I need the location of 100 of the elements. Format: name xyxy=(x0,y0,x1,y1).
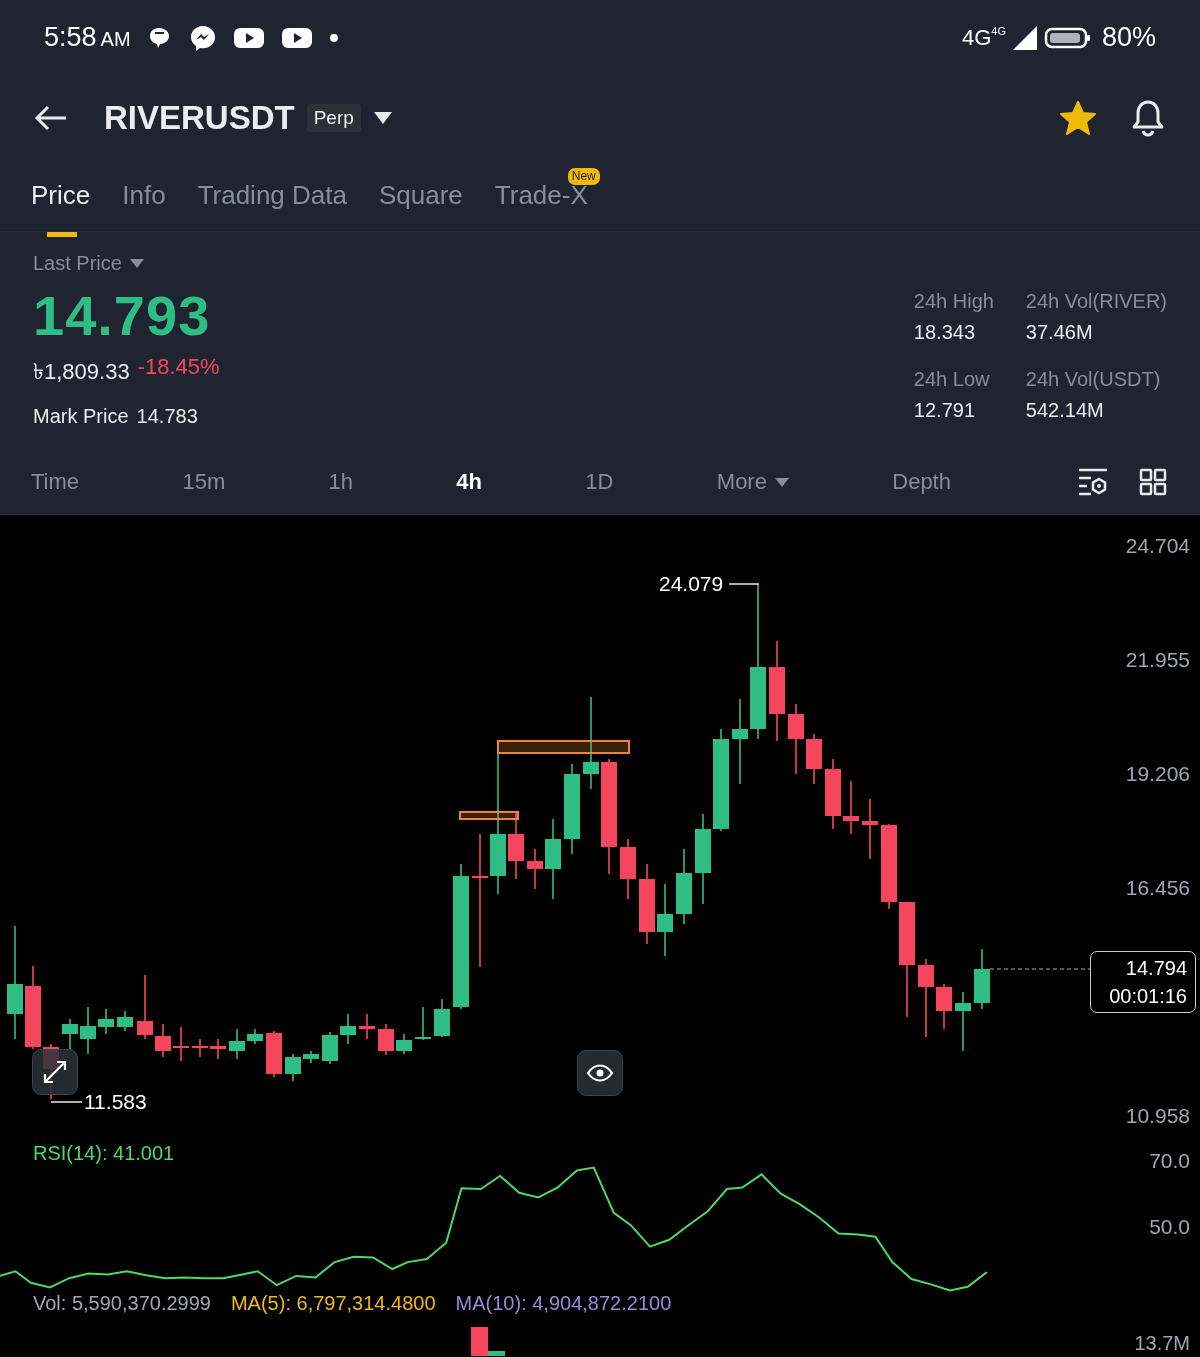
clock: 5:58AM xyxy=(44,22,131,53)
rectangle-drawing xyxy=(459,811,519,820)
bell-icon xyxy=(1130,98,1166,137)
volume-label: Vol: 5,590,370.2999 xyxy=(33,1292,211,1315)
caret-icon xyxy=(372,110,393,125)
stat-label: 24h Vol(USDT) xyxy=(1025,368,1162,391)
signal-icon xyxy=(1011,24,1038,51)
rsi-label: RSI(14): 41.001 xyxy=(33,1142,175,1165)
candle xyxy=(415,1006,431,1041)
eye-icon xyxy=(586,1064,614,1082)
candle xyxy=(155,1023,171,1058)
video-play-icon xyxy=(232,25,265,50)
low-price-label: 11.583 xyxy=(84,1090,147,1114)
candle xyxy=(285,1053,301,1082)
high-price-label: 24.079 xyxy=(659,572,724,596)
candle xyxy=(137,974,153,1040)
current-price: 14.794 xyxy=(1125,956,1187,981)
expand-icon xyxy=(42,1059,68,1085)
back-button[interactable] xyxy=(34,104,68,131)
candle xyxy=(620,838,636,900)
leader-line xyxy=(50,1101,83,1103)
countdown-timer: 00:01:16 xyxy=(1109,984,1187,1009)
candle xyxy=(936,983,952,1030)
notification-button[interactable] xyxy=(1130,98,1166,137)
candle xyxy=(955,991,971,1052)
price-change: -18.45% xyxy=(137,354,220,381)
ma10-label: MA(10): 4,904,872.2100 xyxy=(455,1292,672,1315)
rsi-axis-label: 50.0 xyxy=(1149,1215,1190,1239)
candle xyxy=(825,758,841,830)
candle xyxy=(862,798,878,860)
network-label: 4G xyxy=(991,24,1006,37)
candle xyxy=(434,998,450,1038)
stat-label: 24h High xyxy=(913,290,995,313)
price-axis-label: 21.955 xyxy=(1125,648,1190,672)
tab-indicator xyxy=(47,232,77,237)
candle xyxy=(843,780,859,835)
back-arrow-icon xyxy=(34,104,68,131)
candle xyxy=(340,1013,356,1045)
candle xyxy=(974,948,990,1010)
candle xyxy=(806,733,822,785)
fiat-price: ৳1,809.33 xyxy=(33,358,130,386)
candle xyxy=(80,1006,96,1055)
contract-badge: Perp xyxy=(306,103,361,132)
tab[interactable]: Price xyxy=(31,170,91,221)
layout-button[interactable] xyxy=(1139,468,1167,496)
candle xyxy=(266,1030,282,1078)
visibility-button[interactable] xyxy=(577,1050,623,1096)
symbol-title[interactable]: RIVERUSDT xyxy=(104,98,295,137)
candle xyxy=(359,1013,375,1040)
candle xyxy=(117,1010,133,1032)
stat-label: 24h Low xyxy=(913,368,991,391)
battery-percentage: 80% xyxy=(1101,22,1156,53)
last-price: 14.793 xyxy=(33,283,212,348)
interval-tab[interactable]: 1h xyxy=(328,469,353,495)
stat-value: 542.14M xyxy=(1025,399,1105,422)
rsi-axis-label: 70.0 xyxy=(1149,1149,1190,1173)
leader-line xyxy=(728,583,760,585)
stat-value: 18.343 xyxy=(913,321,976,344)
candle xyxy=(210,1038,226,1060)
interval-tab[interactable]: More xyxy=(716,469,789,495)
interval-tab[interactable]: 4h xyxy=(456,469,483,495)
volume-axis-label: 13.7M xyxy=(1134,1332,1190,1355)
messenger-icon xyxy=(188,23,217,52)
indicator-settings-button[interactable] xyxy=(1077,467,1109,497)
price-type-dropdown[interactable]: Last Price xyxy=(33,252,220,275)
candle xyxy=(527,848,543,890)
candle xyxy=(303,1050,319,1064)
candle xyxy=(788,703,804,775)
price-axis-label: 19.206 xyxy=(1125,762,1190,786)
candle xyxy=(378,1023,394,1056)
battery-icon xyxy=(1043,25,1092,50)
ma5-label: MA(5): 6,797,314.4800 xyxy=(230,1292,436,1315)
video-play-icon xyxy=(280,25,313,50)
price-axis-label: 16.456 xyxy=(1125,876,1190,901)
tab[interactable]: Square xyxy=(378,170,463,221)
caret-icon xyxy=(774,477,789,487)
candle xyxy=(229,1028,245,1060)
interval-tab[interactable]: Depth xyxy=(892,469,951,495)
candle xyxy=(396,1033,412,1055)
candle xyxy=(173,1026,189,1062)
mark-price-label: Mark Price xyxy=(33,405,129,428)
interval-tab[interactable]: 15m xyxy=(182,469,226,495)
price-axis-label: 10.958 xyxy=(1125,1104,1190,1129)
stat-value: 37.46M xyxy=(1025,321,1094,344)
expand-button[interactable] xyxy=(32,1049,78,1095)
interval-tab[interactable]: Time xyxy=(31,469,80,495)
interval-tab[interactable]: 1D xyxy=(585,469,614,495)
symbol-dropdown-button[interactable] xyxy=(372,110,393,125)
candle xyxy=(247,1028,263,1045)
tab[interactable]: Trading Data xyxy=(197,170,347,221)
new-badge: New xyxy=(567,168,600,185)
tab[interactable]: Info xyxy=(122,170,166,221)
candle xyxy=(192,1038,208,1058)
caret-icon xyxy=(129,259,144,268)
candle xyxy=(322,1031,338,1065)
mark-price-value: 14.783 xyxy=(136,405,198,428)
price-axis-label: 24.704 xyxy=(1125,534,1190,558)
candle xyxy=(62,1018,78,1050)
favorite-button[interactable] xyxy=(1060,100,1096,135)
notification-dot-icon xyxy=(328,32,339,43)
